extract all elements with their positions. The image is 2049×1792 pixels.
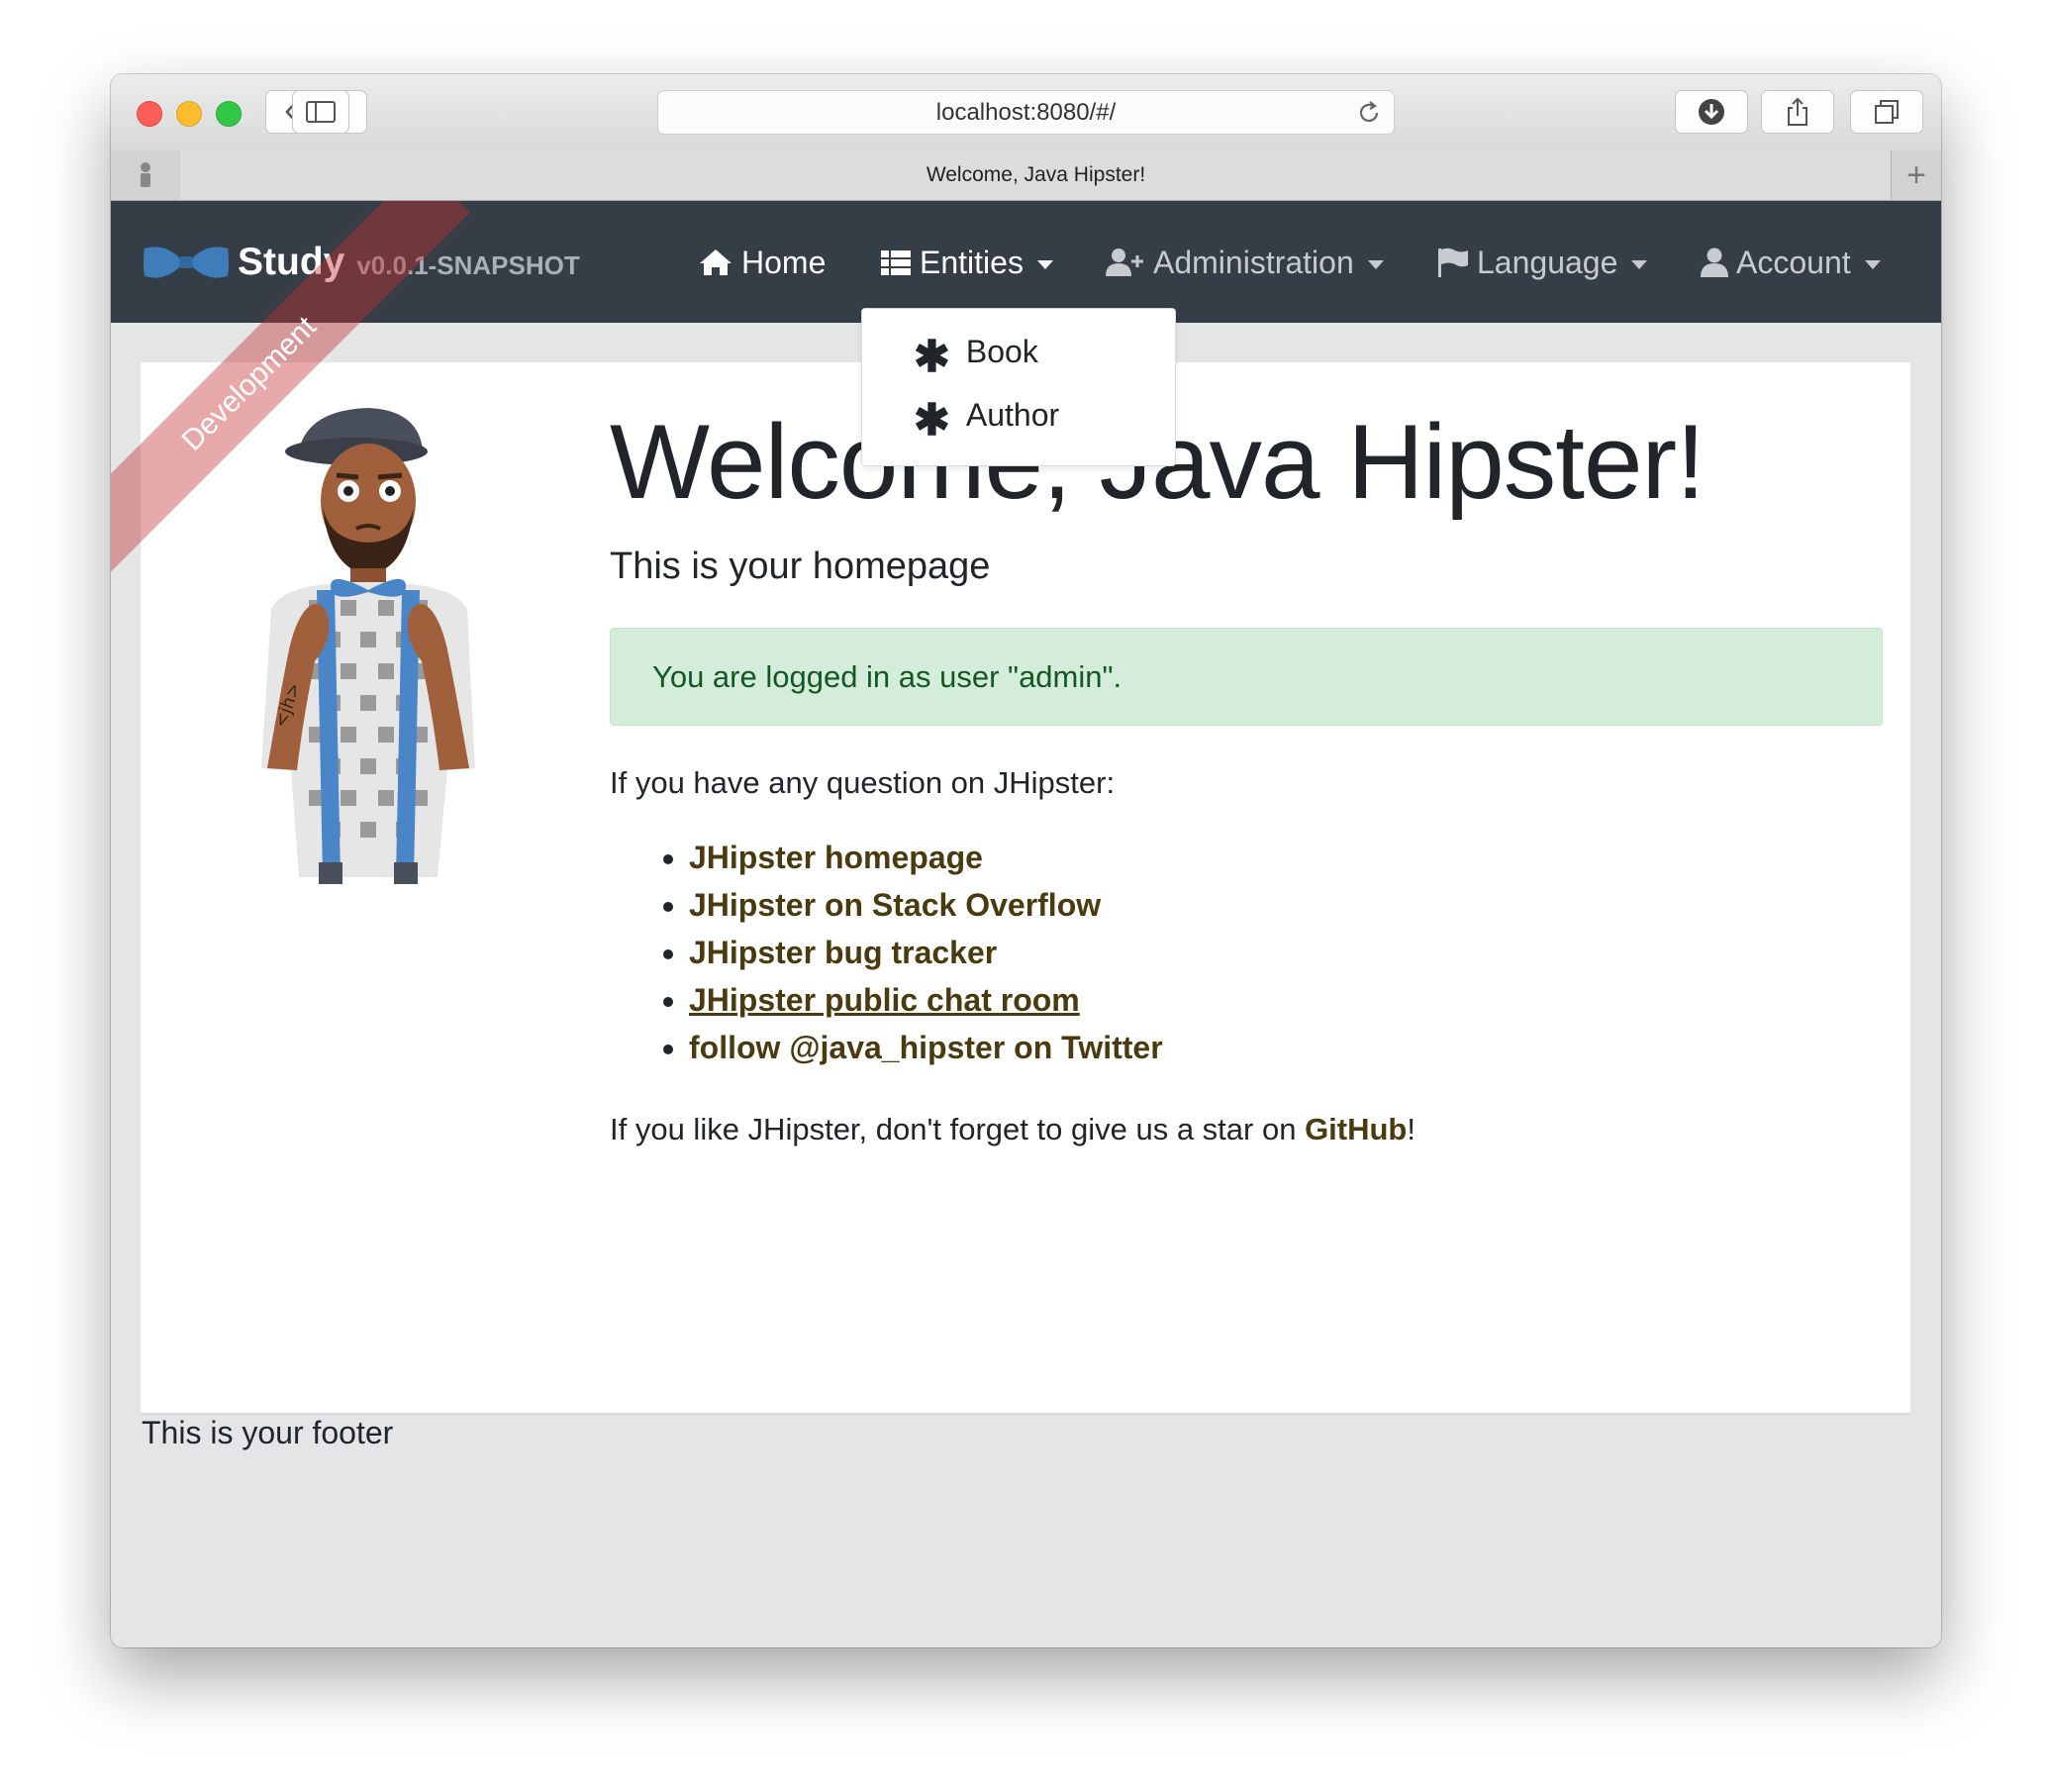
home-icon — [700, 249, 732, 275]
nav-entities[interactable]: Entities — [880, 239, 1053, 286]
zoom-window-button[interactable] — [216, 101, 242, 127]
browser-window: localhost:8080/#/ Welcome, Java Hipster!… — [111, 74, 1941, 1647]
nav-language[interactable]: Language — [1437, 239, 1648, 286]
tabs-icon — [1875, 100, 1899, 124]
main-card: <jh> Welcome, Java Hipster! This is your… — [141, 362, 1910, 1415]
brand-title: Study — [238, 241, 345, 283]
entities-dropdown-menu: ✱ Book ✱ Author — [861, 308, 1176, 466]
chevron-down-icon — [1631, 259, 1648, 269]
reload-icon[interactable] — [1356, 100, 1382, 126]
brand-link[interactable]: Study v0.0.1-SNAPSHOT — [141, 235, 580, 290]
link-stack-overflow[interactable]: JHipster on Stack Overflow — [689, 887, 1101, 923]
address-bar[interactable]: localhost:8080/#/ — [657, 90, 1395, 135]
downloads-button[interactable] — [1675, 90, 1748, 134]
flag-icon — [1438, 248, 1468, 277]
menu-item-author-label: Author — [965, 396, 1060, 433]
chevron-down-icon — [1864, 259, 1881, 269]
page-viewport: Study v0.0.1-SNAPSHOT Home Entities Admi… — [111, 201, 1941, 1647]
list-item: JHipster bug tracker — [689, 929, 1163, 976]
download-icon — [1699, 99, 1724, 125]
github-star-text: If you like JHipster, don't forget to gi… — [610, 1112, 1415, 1147]
link-jhipster-homepage[interactable]: JHipster homepage — [689, 840, 983, 875]
pinned-tab[interactable] — [111, 150, 181, 200]
like-prefix: If you like JHipster, don't forget to gi… — [610, 1112, 1306, 1146]
menu-item-author[interactable]: ✱ Author — [914, 394, 1060, 445]
github-link[interactable]: GitHub — [1305, 1112, 1407, 1146]
chevron-down-icon — [1036, 259, 1053, 269]
page-subtitle: This is your homepage — [610, 546, 991, 587]
menu-item-book[interactable]: ✱ Book — [914, 331, 1038, 381]
share-icon — [1788, 97, 1807, 126]
app-navbar: Study v0.0.1-SNAPSHOT Home Entities Admi… — [111, 201, 1941, 323]
nav-home[interactable]: Home — [698, 239, 826, 286]
tab-title-text: Welcome, Java Hipster! — [926, 163, 1146, 186]
chevron-down-icon — [1367, 259, 1384, 269]
like-suffix: ! — [1407, 1112, 1415, 1146]
list-item: follow @java_hipster on Twitter — [689, 1024, 1163, 1071]
sidebar-toggle-button[interactable] — [292, 90, 349, 134]
url-text: localhost:8080/#/ — [935, 98, 1117, 126]
list-item: JHipster on Stack Overflow — [689, 881, 1163, 929]
login-status-alert: You are logged in as user "admin". — [610, 628, 1883, 726]
page-footer: This is your footer — [142, 1415, 394, 1450]
tabs-overview-button[interactable] — [1850, 90, 1923, 134]
links-list: JHipster homepage JHipster on Stack Over… — [651, 834, 1163, 1071]
user-plus-icon — [1106, 249, 1143, 276]
nav-entities-label: Entities — [920, 244, 1024, 280]
active-tab[interactable]: Welcome, Java Hipster! — [180, 150, 1892, 200]
tab-bar: Welcome, Java Hipster! + — [111, 150, 1941, 201]
new-tab-button[interactable]: + — [1891, 150, 1941, 200]
alert-text: You are logged in as user "admin". — [652, 658, 1122, 694]
link-bug-tracker[interactable]: JHipster bug tracker — [689, 935, 997, 970]
share-button[interactable] — [1761, 90, 1834, 134]
user-icon — [1701, 248, 1728, 277]
close-window-button[interactable] — [137, 101, 162, 127]
nav-administration[interactable]: Administration — [1106, 239, 1384, 286]
nav-administration-label: Administration — [1153, 244, 1354, 280]
browser-toolbar: localhost:8080/#/ — [111, 74, 1941, 151]
nav-account[interactable]: Account — [1701, 239, 1881, 286]
nav-home-label: Home — [741, 244, 827, 280]
menu-item-book-label: Book — [965, 333, 1038, 369]
bowtie-logo-icon — [144, 247, 229, 278]
list-item: JHipster public chat room — [689, 976, 1163, 1024]
link-twitter[interactable]: follow @java_hipster on Twitter — [689, 1030, 1163, 1065]
question-text: If you have any question on JHipster: — [610, 765, 1116, 800]
minimize-window-button[interactable] — [176, 101, 202, 127]
asterisk-icon: ✱ — [914, 396, 950, 445]
nav-account-label: Account — [1736, 244, 1851, 280]
link-chat-room[interactable]: JHipster public chat room — [689, 982, 1080, 1018]
brand-version: v0.0.1-SNAPSHOT — [356, 249, 580, 280]
list-icon — [881, 250, 911, 275]
jhipster-favicon-icon — [141, 162, 150, 187]
nav-language-label: Language — [1477, 244, 1618, 280]
hipster-illustration: <jh> — [261, 408, 475, 884]
sidebar-icon — [306, 101, 336, 123]
list-item: JHipster homepage — [689, 834, 1163, 881]
asterisk-icon: ✱ — [914, 333, 950, 381]
